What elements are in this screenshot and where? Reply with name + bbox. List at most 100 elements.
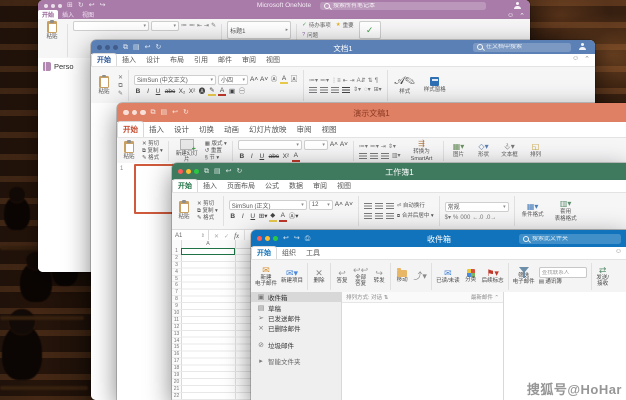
tab-slideshow[interactable]: 幻灯片放映 bbox=[244, 122, 292, 137]
row-header[interactable]: 9 bbox=[172, 303, 181, 310]
new-doc-icon[interactable]: ⧉ bbox=[151, 109, 156, 116]
number-list-icon[interactable]: ≕▾ bbox=[320, 78, 329, 84]
tab-review[interactable]: 审阅 bbox=[308, 180, 332, 192]
pilcrow-icon[interactable]: ¶ bbox=[375, 78, 378, 84]
tab-references[interactable]: 引用 bbox=[189, 54, 213, 66]
tag-important[interactable]: ★重要 bbox=[336, 21, 354, 29]
format-painter-icon[interactable]: ✎ bbox=[118, 91, 123, 97]
font-name-select[interactable]: ▾ bbox=[238, 140, 302, 150]
superscript-button[interactable]: X² bbox=[282, 154, 290, 161]
row-header[interactable]: 8 bbox=[172, 296, 181, 303]
align-bottom-icon[interactable] bbox=[386, 203, 394, 209]
folder-sent[interactable]: ➢ 已发送邮件 bbox=[251, 313, 341, 323]
line-spacing-icon[interactable]: ⇕▾ bbox=[388, 144, 396, 150]
row-header[interactable]: 16 bbox=[172, 351, 181, 358]
excel-title-bar[interactable]: ⧉ ▤ ↩ ↻ 工作簿1 bbox=[172, 163, 626, 180]
follow-up-button[interactable]: ⚑▾ 后续标志 bbox=[482, 269, 504, 285]
tab-design[interactable]: 设计 bbox=[141, 54, 165, 66]
italic-button[interactable]: I bbox=[248, 154, 256, 161]
row-header[interactable]: 6 bbox=[172, 282, 181, 289]
tab-view[interactable]: 视图 bbox=[332, 180, 356, 192]
redo-icon[interactable]: ↪ bbox=[294, 235, 300, 242]
new-doc-icon[interactable]: ⧉ bbox=[204, 168, 209, 175]
collapse-ribbon-icon[interactable]: ⌃ bbox=[584, 55, 590, 63]
format-painter-icon[interactable]: ✎ bbox=[211, 23, 216, 29]
feedback-smiley-icon[interactable]: ☺ bbox=[572, 55, 579, 63]
grow-font-icon[interactable]: A˄ bbox=[335, 202, 343, 209]
window-controls[interactable] bbox=[97, 45, 118, 50]
tab-review[interactable]: 审阅 bbox=[237, 54, 261, 66]
indent-icon[interactable]: ⇥ bbox=[381, 144, 386, 150]
align-center-icon[interactable] bbox=[370, 153, 378, 159]
text-direction-icon[interactable]: A⇵ bbox=[357, 78, 366, 84]
decrease-decimal-icon[interactable]: .0→ bbox=[485, 215, 496, 221]
todo-tag-button[interactable]: ✓ bbox=[359, 21, 381, 39]
font-size-select[interactable]: ▾ bbox=[151, 21, 179, 31]
justify-icon[interactable] bbox=[342, 87, 350, 93]
align-center-icon[interactable] bbox=[320, 87, 328, 93]
tab-data[interactable]: 数据 bbox=[284, 180, 308, 192]
print-icon[interactable]: ⎙ bbox=[305, 235, 311, 242]
row-header[interactable]: 20 bbox=[172, 379, 181, 386]
paste-icon[interactable] bbox=[124, 141, 134, 153]
row-header[interactable]: 3 bbox=[172, 262, 181, 269]
window-controls[interactable] bbox=[123, 110, 146, 116]
search-input[interactable] bbox=[532, 236, 617, 242]
cut-button[interactable]: ✕ 剪切 bbox=[142, 141, 159, 147]
folder-drafts[interactable]: ▤ 草稿 bbox=[251, 303, 341, 313]
number-list-icon[interactable]: ≕▾ bbox=[370, 144, 379, 150]
phonetic-guide-icon[interactable]: Ⓐ bbox=[270, 77, 278, 84]
font-size-select[interactable]: 小四▾ bbox=[218, 75, 248, 85]
bold-button[interactable]: B bbox=[238, 154, 246, 161]
outdent-icon[interactable]: ⇤ bbox=[197, 23, 202, 29]
tab-formulas[interactable]: 公式 bbox=[260, 180, 284, 192]
bold-button[interactable]: B bbox=[134, 89, 142, 96]
smartart-icon[interactable]: ⇶ bbox=[418, 140, 425, 148]
percent-icon[interactable]: % bbox=[453, 215, 458, 221]
slide-layout-button[interactable]: ▦ 版式 ▾ bbox=[205, 141, 227, 147]
picture-icon[interactable]: ▦▾ bbox=[453, 143, 465, 151]
copy-icon[interactable]: ⧉ bbox=[118, 83, 122, 89]
align-left-icon[interactable] bbox=[359, 153, 367, 159]
word-title-bar[interactable]: ⧉ ▤ ↩ ↻ 文档1 bbox=[91, 40, 595, 54]
tab-view[interactable]: 视图 bbox=[261, 54, 285, 66]
find-contact-box[interactable] bbox=[539, 267, 587, 278]
font-name-select[interactable]: SimSun (中文正文)▾ bbox=[134, 75, 216, 85]
reply-button[interactable]: ↩ 答复 bbox=[335, 269, 349, 285]
font-color-icon[interactable]: A bbox=[218, 88, 226, 97]
row-header[interactable]: 22 bbox=[172, 393, 181, 400]
tab-home[interactable]: 开始 bbox=[91, 53, 117, 66]
wrap-text-button[interactable]: ⏎ 自动换行 bbox=[397, 203, 425, 209]
share-person-icon[interactable] bbox=[579, 43, 587, 50]
undo-icon[interactable]: ↩ bbox=[172, 109, 178, 116]
underline-button[interactable]: U bbox=[258, 154, 266, 161]
align-center-icon[interactable] bbox=[375, 213, 383, 219]
copy-button[interactable]: ⧉ 复制 ▾ bbox=[197, 208, 218, 214]
row-header[interactable]: 14 bbox=[172, 338, 181, 345]
cut-button[interactable]: ✕ 剪切 bbox=[197, 201, 214, 207]
tab-transitions[interactable]: 切换 bbox=[194, 122, 219, 137]
tag-todo[interactable]: ✓待办事项 bbox=[302, 21, 331, 29]
search-input[interactable] bbox=[333, 3, 482, 9]
powerpoint-title-bar[interactable]: ⧉ ▤ ↩ ↻ 演示文稿1 bbox=[117, 103, 626, 122]
number-format-select[interactable]: 常规▾ bbox=[445, 202, 509, 212]
arrange-icon[interactable]: ◱ bbox=[532, 143, 540, 151]
new-items-button[interactable]: ✉▾ 新建项目 bbox=[281, 269, 303, 285]
font-name-select[interactable]: ▾ bbox=[73, 21, 149, 31]
folder-junk[interactable]: ⊘ 垃圾邮件 bbox=[251, 340, 341, 350]
tab-page-layout[interactable]: 页面布局 bbox=[222, 180, 260, 192]
paste-icon[interactable] bbox=[179, 201, 189, 213]
reply-all-button[interactable]: ↩↩ 全部 答复 bbox=[353, 266, 368, 288]
undo-icon[interactable]: ↩ bbox=[145, 44, 151, 51]
highlight-color-icon[interactable]: ✎ bbox=[208, 88, 216, 97]
align-left-icon[interactable] bbox=[309, 87, 317, 93]
copy-button[interactable]: ⧉ 复制 ▾ bbox=[142, 148, 163, 154]
redo-icon[interactable]: ↻ bbox=[156, 44, 162, 51]
tab-mailings[interactable]: 邮件 bbox=[213, 54, 237, 66]
tab-insert[interactable]: 插入 bbox=[58, 10, 78, 19]
tab-view[interactable]: 视图 bbox=[78, 10, 98, 19]
new-doc-icon[interactable]: ⧉ bbox=[123, 44, 128, 51]
currency-icon[interactable]: $▾ bbox=[445, 215, 451, 221]
strikethrough-button[interactable]: abc bbox=[268, 154, 280, 161]
save-icon[interactable]: ▤ bbox=[133, 44, 140, 51]
